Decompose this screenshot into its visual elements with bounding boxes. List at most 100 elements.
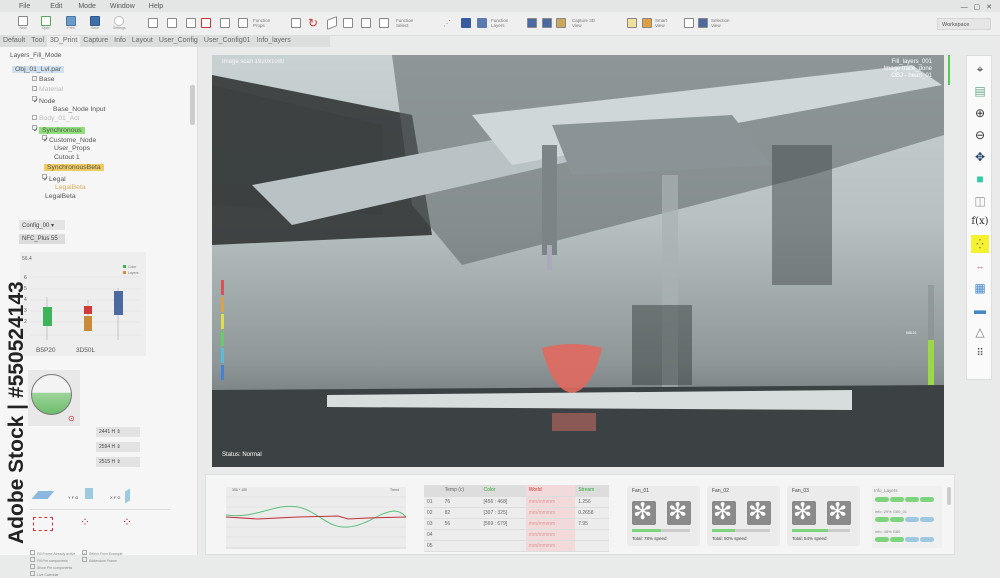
table-row[interactable]: 03 56 [569 : 679] mm/mmmm 7.95 — [424, 518, 609, 530]
viewport-scroll-indicator[interactable] — [948, 55, 950, 85]
path-icon[interactable]: ⋰ — [443, 19, 451, 28]
tab-capture[interactable]: Capture — [80, 36, 111, 47]
crosshair-icon[interactable]: ⌖ — [971, 60, 989, 78]
tool-box2-icon[interactable] — [238, 18, 248, 28]
node-diamond2-icon[interactable]: ⁘ — [122, 515, 132, 529]
tree-item-legal-beta[interactable]: LegalBeta — [55, 184, 86, 191]
zoom-icon[interactable] — [291, 18, 301, 28]
menu-mode[interactable]: Mode — [78, 0, 96, 12]
tab-layout[interactable]: Layout — [129, 36, 156, 47]
node-rect-icon[interactable] — [33, 517, 53, 531]
table-row[interactable]: 05 mm/mmmm — [424, 540, 609, 552]
value-select-3[interactable]: 2515 H ⇕ — [96, 457, 140, 467]
camera-viewport[interactable]: Image scan 1920x1080 Fill_layers_001 Imag… — [212, 55, 944, 467]
view-side-icon[interactable] — [542, 18, 552, 28]
rotate-icon[interactable]: ↻ — [308, 16, 318, 30]
target-icon[interactable] — [361, 18, 371, 28]
header-temp[interactable]: Temp (c) — [441, 485, 481, 497]
grid-icon[interactable]: ▦ — [971, 279, 989, 297]
menu-edit[interactable]: Edit — [50, 0, 62, 12]
orientation-sphere[interactable]: ⊙ — [28, 370, 80, 426]
tree-item-material[interactable]: Material — [32, 86, 63, 93]
function-select-label[interactable]: Function Select — [396, 18, 422, 28]
rectangle-icon[interactable] — [343, 18, 353, 28]
cone-icon[interactable]: △ — [971, 323, 989, 341]
open-button[interactable]: Open — [41, 16, 51, 30]
table-row[interactable]: 04 mm/mmmm — [424, 529, 609, 541]
bottom-scrollbar[interactable] — [947, 487, 951, 505]
points-icon[interactable]: ⁛ — [971, 235, 989, 253]
selection-view-label[interactable]: Selection View — [711, 18, 737, 28]
checkbox-option[interactable]: Live Calendar — [30, 571, 75, 578]
tree-item-synchronous-beta[interactable]: SynchronousBeta — [44, 164, 104, 171]
zoom-out-icon[interactable]: ⊖ — [971, 126, 989, 144]
plane-yz-icon[interactable] — [85, 488, 93, 499]
tree-item-custome-node[interactable]: ✓Custome_Node — [42, 135, 96, 144]
view-front-icon[interactable] — [527, 18, 537, 28]
checkbox-option[interactable]: ✓ Select From Example — [82, 550, 122, 557]
tab-user-config01[interactable]: User_Config01 — [201, 36, 254, 47]
ruler-icon[interactable]: ↔ — [971, 257, 989, 275]
table-row[interactable]: 02 82 [307 : 325] mm/mmmm 0.2658 — [424, 507, 609, 519]
cube-icon[interactable]: ■ — [971, 170, 989, 188]
settings-button[interactable]: Settings — [113, 16, 126, 30]
tool-line-icon[interactable] — [148, 18, 158, 28]
value-select-2[interactable]: 2594 H ⇕ — [96, 442, 140, 452]
function-icon[interactable]: f(x) — [971, 213, 989, 231]
selection-icon[interactable] — [684, 18, 694, 28]
menu-file[interactable]: File — [19, 0, 30, 12]
smart-view-icon[interactable] — [642, 18, 652, 28]
header-color[interactable]: Color — [480, 485, 526, 497]
save-button[interactable]: Save — [90, 16, 100, 30]
tab-info[interactable]: Info — [111, 36, 129, 47]
plane-icon[interactable] — [327, 16, 337, 30]
plane-xy-icon[interactable] — [31, 491, 55, 499]
function-layers-label[interactable]: Function Layers — [491, 18, 517, 28]
tree-item-synchronous[interactable]: ✓ Synchronous — [32, 125, 85, 134]
header-world[interactable]: World — [525, 485, 576, 497]
nfc-button[interactable]: NFC_Plus 55 — [19, 234, 65, 244]
tree-item-legal[interactable]: ✓Legal — [42, 174, 66, 183]
panel-icon[interactable]: ▬ — [971, 301, 989, 319]
tree-item-node[interactable]: ✓Node — [32, 96, 55, 105]
tab-3d-print[interactable]: 3D_Print — [47, 36, 81, 47]
layer-icon[interactable] — [461, 18, 471, 28]
function-props-label[interactable]: Function Props — [253, 18, 279, 28]
tree-item-base-node-input[interactable]: Base_Node Input — [53, 106, 106, 113]
menu-help[interactable]: Help — [149, 0, 163, 12]
layers-panel-icon[interactable]: ▤ — [971, 82, 989, 100]
dots-icon[interactable]: ⠿ — [971, 345, 989, 363]
tool-check-icon[interactable] — [186, 18, 196, 28]
table-row[interactable]: 01 76 [456 : 468] mm/mmmm 1.256 — [424, 496, 609, 508]
layers-icon[interactable] — [477, 18, 487, 28]
new-button[interactable]: New — [18, 16, 28, 30]
zoom-in-icon[interactable]: ⊕ — [971, 104, 989, 122]
header-stream[interactable]: Stream — [575, 485, 609, 497]
tree-item-body[interactable]: Body_01_Act — [32, 115, 79, 122]
tree-item-base[interactable]: Base — [32, 76, 55, 83]
tree-item-legal-beta-2[interactable]: LegalBeta — [45, 193, 76, 200]
node-diamond-icon[interactable]: ⁘ — [80, 515, 90, 529]
smart-icon[interactable] — [627, 18, 637, 28]
tool-select-points-icon[interactable] — [201, 18, 211, 28]
smart-view-label[interactable]: Smart View — [655, 18, 675, 28]
left-scrollbar[interactable] — [190, 85, 195, 125]
tree-item-cutout[interactable]: Cutout 1 — [54, 154, 80, 161]
view-3d-icon[interactable] — [556, 18, 566, 28]
tab-tool[interactable]: Tool — [28, 36, 47, 47]
workspace-dropdown[interactable]: Workspace — [937, 18, 991, 30]
menu-window[interactable]: Window — [110, 0, 135, 12]
checkbox-option[interactable]: Fill Frame Already active — [30, 550, 75, 557]
print-button[interactable]: Print — [66, 16, 76, 30]
tool-edit-icon[interactable] — [379, 18, 389, 28]
tool-box-icon[interactable] — [220, 18, 230, 28]
tree-item-root[interactable]: Obj_01_Lvl.par — [12, 66, 65, 73]
tab-info-layers[interactable]: Info_layers — [254, 36, 294, 47]
wireframe-icon[interactable]: ◫ — [971, 192, 989, 210]
checkbox-option[interactable]: Show Pre components — [30, 564, 75, 571]
tool-line2-icon[interactable] — [167, 18, 177, 28]
move-icon[interactable]: ✥ — [971, 148, 989, 166]
plane-xz-icon[interactable] — [125, 488, 130, 504]
tab-default[interactable]: Default — [0, 36, 28, 47]
value-select-1[interactable]: 2441 H ⇕ — [96, 427, 140, 437]
